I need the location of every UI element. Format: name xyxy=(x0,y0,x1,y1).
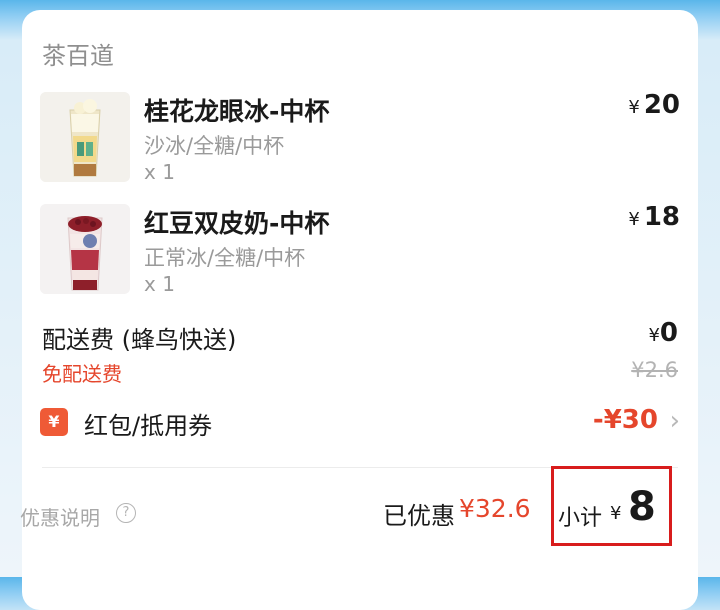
coupon-value: -¥30 xyxy=(592,405,658,435)
saved-label: 已优惠 xyxy=(383,502,455,530)
item-price: ¥20 xyxy=(628,90,680,120)
item-price: ¥18 xyxy=(628,202,680,232)
store-name[interactable]: 茶百道 xyxy=(42,36,114,71)
item-quantity: x 1 xyxy=(144,160,175,184)
subtotal-value: 8 xyxy=(628,484,656,530)
item-quantity: x 1 xyxy=(144,272,175,296)
subtotal-label: 小计 xyxy=(558,506,603,531)
coupon-row[interactable]: ¥ 红包/抵用券 -¥30 › xyxy=(40,405,680,442)
item-image xyxy=(40,92,130,182)
item-name: 红豆双皮奶-中杯 xyxy=(144,209,330,238)
delivery-fee-label: 配送费 (蜂鸟快送) xyxy=(42,326,237,354)
item-spec: 沙冰/全糖/中杯 xyxy=(144,134,285,158)
coupon-icon: ¥ xyxy=(40,408,68,436)
saved-value: ¥32.6 xyxy=(459,494,531,523)
delivery-fee-value: ¥0 xyxy=(648,318,678,348)
item-image xyxy=(40,204,130,294)
coupon-label: 红包/抵用券 xyxy=(84,412,213,440)
delivery-fee-original: ¥2.6 xyxy=(631,358,678,382)
order-item: 桂花龙眼冰-中杯 沙冰/全糖/中杯 x 1 ¥20 xyxy=(40,90,680,192)
discount-note-link[interactable]: 优惠说明 xyxy=(20,502,100,531)
item-name: 桂花龙眼冰-中杯 xyxy=(144,97,330,126)
subtotal-currency: ¥ xyxy=(610,503,622,524)
item-spec: 正常冰/全糖/中杯 xyxy=(144,246,306,270)
order-item: 红豆双皮奶-中杯 正常冰/全糖/中杯 x 1 ¥18 xyxy=(40,202,680,304)
chevron-right-icon: › xyxy=(669,406,680,436)
free-delivery-badge: 免配送费 xyxy=(42,362,122,386)
help-icon[interactable]: ? xyxy=(116,503,136,523)
